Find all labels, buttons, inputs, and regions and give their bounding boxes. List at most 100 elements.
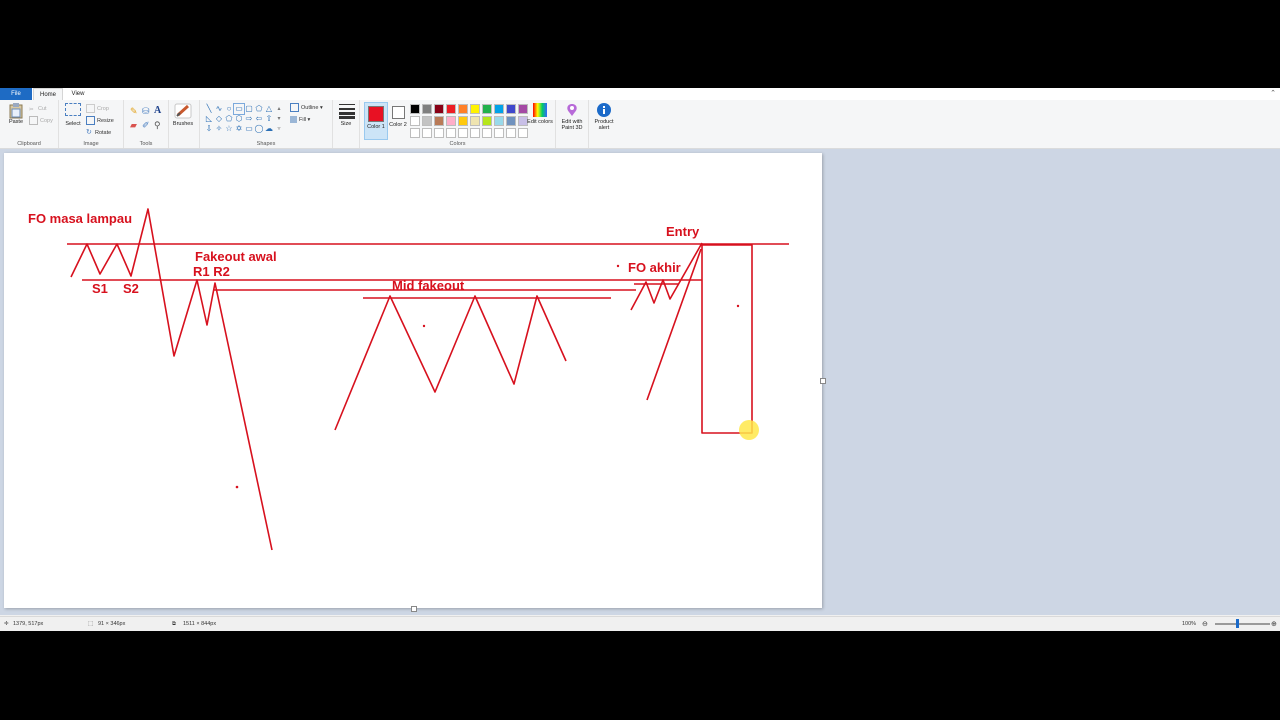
color-swatch[interactable] <box>410 128 420 138</box>
left-arrow-icon[interactable]: ⇦ <box>254 114 264 124</box>
polygon-icon[interactable]: ⬠ <box>254 104 264 114</box>
scroll-down-icon[interactable]: ▾ <box>274 114 284 124</box>
tab-home[interactable]: Home <box>33 88 63 100</box>
color-swatch[interactable] <box>434 128 444 138</box>
edit-colors-icon <box>533 103 547 117</box>
fill-button[interactable]: Fill ▾ <box>290 115 310 125</box>
brushes-group: Brushes <box>169 100 200 148</box>
scissors-icon: ✂ <box>29 107 34 114</box>
color-swatch[interactable] <box>446 128 456 138</box>
size-button[interactable]: Size <box>334 103 358 127</box>
callout-rect-icon[interactable]: ▭ <box>244 124 254 134</box>
zoom-slider-thumb[interactable] <box>1236 619 1239 628</box>
paste-button[interactable]: Paste <box>4 103 28 125</box>
color-swatch[interactable] <box>470 128 480 138</box>
color-swatch[interactable] <box>422 104 432 114</box>
six-point-star-icon[interactable]: ✡ <box>234 124 244 134</box>
color-swatch[interactable] <box>434 116 444 126</box>
down-arrow-icon[interactable]: ⇩ <box>204 124 214 134</box>
color-swatch[interactable] <box>410 104 420 114</box>
zoom-in-icon[interactable]: ⊕ <box>1271 617 1277 631</box>
color-swatch[interactable] <box>434 104 444 114</box>
callout-oval-icon[interactable]: ◯ <box>254 124 264 134</box>
up-arrow-icon[interactable]: ⇧ <box>264 114 274 124</box>
color-swatch[interactable] <box>482 104 492 114</box>
zoom-out-icon[interactable]: ⊖ <box>1202 617 1208 631</box>
zoom-slider[interactable] <box>1215 623 1270 625</box>
color-swatch[interactable] <box>494 128 504 138</box>
right-triangle-icon[interactable]: ◺ <box>204 114 214 124</box>
tab-file[interactable]: File <box>0 88 32 100</box>
outline-button[interactable]: Outline ▾ <box>290 103 323 113</box>
pencil-icon[interactable]: ✎ <box>130 106 140 116</box>
five-point-star-icon[interactable]: ☆ <box>224 124 234 134</box>
selection-size: 91 × 346px <box>98 621 126 627</box>
color-swatch[interactable] <box>506 104 516 114</box>
color-swatch[interactable] <box>482 116 492 126</box>
color-swatch[interactable] <box>458 104 468 114</box>
color-swatch[interactable] <box>458 116 468 126</box>
info-icon <box>597 103 611 117</box>
paint3d-label: Edit with Paint 3D <box>561 119 583 131</box>
select-button[interactable]: Select <box>61 103 85 127</box>
color-swatch[interactable] <box>482 128 492 138</box>
color-swatch[interactable] <box>518 128 528 138</box>
copy-button[interactable]: Copy <box>29 116 53 126</box>
color-swatch[interactable] <box>422 128 432 138</box>
color-swatch[interactable] <box>410 116 420 126</box>
color-swatch[interactable] <box>506 128 516 138</box>
label-r1-r2: R1 R2 <box>193 264 230 279</box>
triangle-icon[interactable]: △ <box>264 104 274 114</box>
color-swatch[interactable] <box>458 128 468 138</box>
color-swatch[interactable] <box>422 116 432 126</box>
cut-button[interactable]: ✂ Cut <box>29 104 47 114</box>
text-icon[interactable]: A <box>154 105 164 116</box>
collapse-ribbon-icon[interactable]: ⌃ <box>1270 88 1276 100</box>
hexagon-icon[interactable]: ⬡ <box>234 114 244 124</box>
magnifier-icon[interactable]: ⚲ <box>154 120 164 130</box>
edit-colors-button[interactable]: Edit colors <box>527 103 553 125</box>
right-arrow-icon[interactable]: ⇨ <box>244 114 254 124</box>
brushes-button[interactable]: Brushes <box>171 103 195 127</box>
resize-icon <box>86 116 95 126</box>
paste-label: Paste <box>8 119 24 125</box>
size-group: Size <box>333 100 360 148</box>
color-swatch[interactable] <box>446 104 456 114</box>
pentagon-icon[interactable]: ⬠ <box>224 114 234 124</box>
line-icon[interactable]: ╲ <box>204 104 214 114</box>
fill-bucket-icon[interactable]: ⛁ <box>142 106 152 116</box>
color-swatch[interactable] <box>470 116 480 126</box>
crop-button[interactable]: Crop <box>86 104 109 114</box>
diamond-icon[interactable]: ◇ <box>214 114 224 124</box>
resize-button[interactable]: Resize <box>86 116 114 126</box>
color-swatch[interactable] <box>494 104 504 114</box>
color1-button[interactable]: Color 1 <box>364 102 388 140</box>
rotate-button[interactable]: ↻ Rotate <box>86 128 111 138</box>
color2-button[interactable]: Color 2 <box>388 104 408 128</box>
oval-icon[interactable]: ○ <box>224 104 234 114</box>
rectangle-icon[interactable]: ▭ <box>233 103 245 115</box>
color-swatch[interactable] <box>446 116 456 126</box>
eraser-icon[interactable]: ▰ <box>130 120 140 130</box>
rounded-rectangle-icon[interactable]: ▢ <box>244 104 254 114</box>
shapes-gallery[interactable]: ╲ ∿ ○ ▭ ▢ ⬠ △ ▴ ◺ ◇ ⬠ ⬡ ⇨ ⇦ ⇧ ▾ ⇩ ✧ ☆ ✡ <box>204 103 284 134</box>
tools-group-label: Tools <box>139 141 153 147</box>
drawing-canvas[interactable]: FO masa lampau Entry Fakeout awal R1 R2 … <box>4 153 826 612</box>
resize-handle-right[interactable] <box>820 378 826 384</box>
scroll-up-icon[interactable]: ▴ <box>274 104 284 114</box>
color-picker-icon[interactable]: ✐ <box>142 120 152 130</box>
four-point-star-icon[interactable]: ✧ <box>214 124 224 134</box>
color-swatch[interactable] <box>470 104 480 114</box>
colors-group: Color 1 Color 2 Edit colors Colors <box>360 100 556 148</box>
image-group-label: Image <box>83 141 99 147</box>
curve-icon[interactable]: ∿ <box>214 104 224 114</box>
product-alert-button[interactable]: Product alert <box>591 103 617 131</box>
tab-view[interactable]: View <box>64 88 92 100</box>
edit-with-paint3d-button[interactable]: Edit with Paint 3D <box>559 103 585 131</box>
callout-cloud-icon[interactable]: ☁ <box>264 124 274 134</box>
expand-gallery-icon[interactable]: ▿ <box>274 124 284 134</box>
color-swatch[interactable] <box>494 116 504 126</box>
resize-handle-bottom[interactable] <box>411 606 417 612</box>
image-size: 1511 × 844px <box>183 621 217 627</box>
color-swatch[interactable] <box>506 116 516 126</box>
